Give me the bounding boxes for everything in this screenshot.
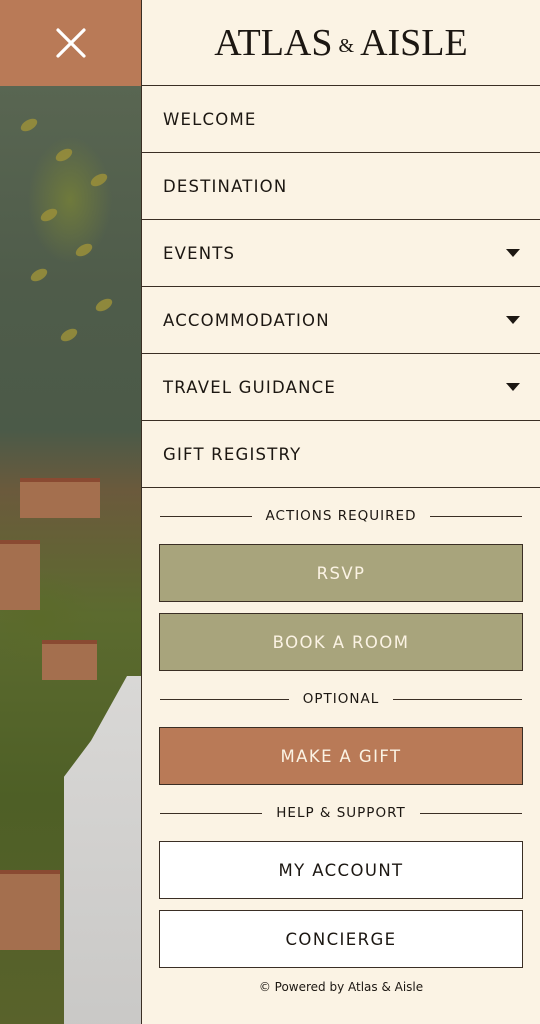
nav-item-label: TRAVEL GUIDANCE: [163, 377, 336, 397]
close-icon: [55, 28, 86, 58]
nav-item-label: EVENTS: [163, 243, 236, 263]
divider: [160, 698, 289, 700]
nav-item-welcome[interactable]: WELCOME: [142, 86, 540, 153]
leaf-decoration: [28, 266, 50, 284]
brand-name-left: ATLAS: [214, 21, 333, 64]
leaf-decoration: [38, 206, 60, 224]
section-heading: OPTIONAL: [302, 691, 380, 707]
brand-logo[interactable]: ATLAS & AISLE: [142, 0, 540, 86]
nav-item-label: GIFT REGISTRY: [163, 444, 302, 464]
nav-item-gift-registry[interactable]: GIFT REGISTRY: [142, 421, 540, 488]
divider: [160, 812, 263, 814]
section-heading: ACTIONS REQUIRED: [265, 508, 417, 524]
menu-panel: ATLAS & AISLE WELCOME DESTINATION EVENTS…: [141, 0, 540, 1024]
chevron-down-icon[interactable]: [506, 316, 520, 324]
chevron-down-icon[interactable]: [506, 383, 520, 391]
brand-ampersand: &: [338, 35, 355, 57]
nav-item-events[interactable]: EVENTS: [142, 220, 540, 287]
nav-item-destination[interactable]: DESTINATION: [142, 153, 540, 220]
divider: [393, 698, 523, 700]
chevron-down-icon[interactable]: [506, 249, 520, 257]
leaf-decoration: [73, 241, 95, 259]
nav-item-label: ACCOMMODATION: [163, 310, 330, 330]
leaf-decoration: [53, 146, 75, 164]
concierge-button[interactable]: CONCIERGE: [159, 910, 523, 968]
divider: [430, 515, 523, 517]
house-decoration: [0, 870, 60, 950]
brand-name-right: AISLE: [360, 21, 468, 64]
house-decoration: [42, 640, 97, 680]
nav-item-travel-guidance[interactable]: TRAVEL GUIDANCE: [142, 354, 540, 421]
tent-decoration: [64, 676, 141, 1024]
book-room-button[interactable]: BOOK A ROOM: [159, 613, 523, 671]
leaf-decoration: [18, 116, 40, 134]
divider: [160, 515, 252, 517]
rsvp-button[interactable]: RSVP: [159, 544, 523, 602]
leaf-decoration: [58, 326, 80, 344]
nav-item-label: WELCOME: [163, 109, 257, 129]
background-painting: [0, 0, 141, 1024]
my-account-button[interactable]: MY ACCOUNT: [159, 841, 523, 899]
section-optional: OPTIONAL: [142, 671, 540, 727]
nav-item-label: DESTINATION: [163, 176, 288, 196]
house-decoration: [20, 478, 100, 518]
section-heading: HELP & SUPPORT: [276, 805, 406, 821]
section-help-support: HELP & SUPPORT: [142, 785, 540, 841]
leaf-decoration: [88, 171, 110, 189]
nav-item-accommodation[interactable]: ACCOMMODATION: [142, 287, 540, 354]
footer-credit: © Powered by Atlas & Aisle: [258, 980, 424, 994]
house-decoration: [0, 540, 40, 610]
make-gift-button[interactable]: MAKE A GIFT: [159, 727, 523, 785]
leaf-decoration: [93, 296, 115, 314]
section-actions-required: ACTIONS REQUIRED: [142, 488, 540, 544]
close-menu-button[interactable]: [0, 0, 141, 86]
divider: [419, 812, 522, 814]
